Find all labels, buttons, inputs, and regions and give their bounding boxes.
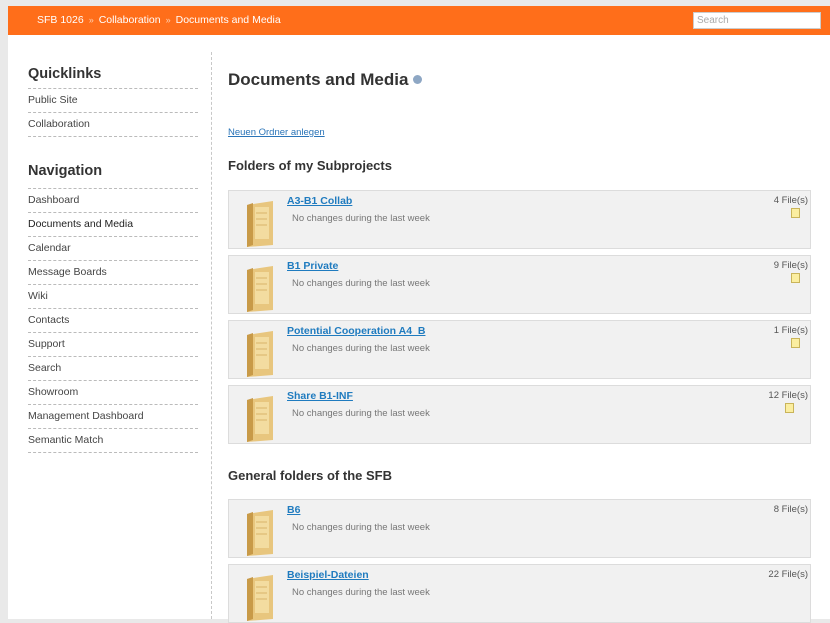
folder-description: No changes during the last week xyxy=(292,522,430,533)
file-count: 9 File(s) xyxy=(773,260,808,271)
file-count: 4 File(s) xyxy=(773,195,808,206)
breadcrumb: SFB 1026 » Collaboration » Documents and Med… xyxy=(37,14,281,26)
help-icon[interactable] xyxy=(413,75,423,85)
general-folders-title: General folders of the SFB xyxy=(228,468,392,483)
folder-row[interactable]: Share B1-INF No changes during the last … xyxy=(228,385,811,444)
folder-row[interactable]: A3-B1 Collab No changes during the last … xyxy=(228,190,811,249)
file-count: 8 File(s) xyxy=(773,504,808,515)
breadcrumb-separator: » xyxy=(165,15,171,25)
page-content: Quicklinks Public Site Collaboration Nav… xyxy=(8,35,830,623)
nav-item-support[interactable]: Support xyxy=(28,332,198,356)
folder-icon xyxy=(247,396,273,442)
breadcrumb-item-collaboration[interactable]: Collaboration xyxy=(99,14,161,26)
folder-icon xyxy=(247,266,273,312)
nav-item-wiki[interactable]: Wiki xyxy=(28,284,198,308)
nav-item-documents-and-media[interactable]: Documents and Media xyxy=(28,212,198,236)
nav-item-semantic-match[interactable]: Semantic Match xyxy=(28,428,198,453)
sidebar: Quicklinks Public Site Collaboration Nav… xyxy=(28,66,198,453)
note-icon xyxy=(791,273,800,283)
nav-item-contacts[interactable]: Contacts xyxy=(28,308,198,332)
folder-row[interactable]: Beispiel-Dateien No changes during the l… xyxy=(228,564,811,623)
folder-name-link[interactable]: A3-B1 Collab xyxy=(287,195,352,207)
folder-description: No changes during the last week xyxy=(292,343,430,354)
folder-row[interactable]: Potential Cooperation A4_B No changes du… xyxy=(228,320,811,379)
nav-item-calendar[interactable]: Calendar xyxy=(28,236,198,260)
folder-row[interactable]: B6 No changes during the last week 8 Fil… xyxy=(228,499,811,558)
folder-icon xyxy=(247,510,273,556)
folder-description: No changes during the last week xyxy=(292,213,430,224)
search-input[interactable] xyxy=(693,12,821,29)
subprojects-title: Folders of my Subprojects xyxy=(228,158,392,173)
quicklinks-title: Quicklinks xyxy=(28,66,102,82)
folder-description: No changes during the last week xyxy=(292,278,430,289)
note-icon xyxy=(785,403,794,413)
note-icon xyxy=(791,208,800,218)
nav-item-showroom[interactable]: Showroom xyxy=(28,380,198,404)
column-divider xyxy=(211,52,212,619)
page-title: Documents and Media xyxy=(228,70,423,90)
top-bar: SFB 1026 » Collaboration » Documents and Med… xyxy=(8,6,830,35)
quicklink-collaboration[interactable]: Collaboration xyxy=(28,112,198,137)
folder-icon xyxy=(247,201,273,247)
navigation-title: Navigation xyxy=(28,163,103,179)
nav-item-management-dashboard[interactable]: Management Dashboard xyxy=(28,404,198,428)
folder-row[interactable]: B1 Private No changes during the last we… xyxy=(228,255,811,314)
nav-item-message-boards[interactable]: Message Boards xyxy=(28,260,198,284)
breadcrumb-item-sfb[interactable]: SFB 1026 xyxy=(37,14,84,26)
quicklink-public-site[interactable]: Public Site xyxy=(28,88,198,112)
folder-name-link[interactable]: Share B1-INF xyxy=(287,390,353,402)
folder-icon xyxy=(247,331,273,377)
breadcrumb-separator: » xyxy=(88,15,94,25)
left-margin xyxy=(0,35,8,619)
nav-item-dashboard[interactable]: Dashboard xyxy=(28,188,198,212)
folder-name-link[interactable]: B1 Private xyxy=(287,260,338,272)
note-icon xyxy=(791,338,800,348)
folder-description: No changes during the last week xyxy=(292,587,430,598)
folder-name-link[interactable]: Potential Cooperation A4_B xyxy=(287,325,425,337)
nav-item-search[interactable]: Search xyxy=(28,356,198,380)
file-count: 12 File(s) xyxy=(768,390,808,401)
page-title-text: Documents and Media xyxy=(228,70,409,89)
folder-description: No changes during the last week xyxy=(292,408,430,419)
breadcrumb-item-documents[interactable]: Documents and Media xyxy=(176,14,281,26)
folder-icon xyxy=(247,575,273,621)
file-count: 22 File(s) xyxy=(768,569,808,580)
folder-name-link[interactable]: B6 xyxy=(287,504,300,516)
new-folder-link[interactable]: Neuen Ordner anlegen xyxy=(228,127,325,138)
folder-name-link[interactable]: Beispiel-Dateien xyxy=(287,569,369,581)
file-count: 1 File(s) xyxy=(773,325,808,336)
